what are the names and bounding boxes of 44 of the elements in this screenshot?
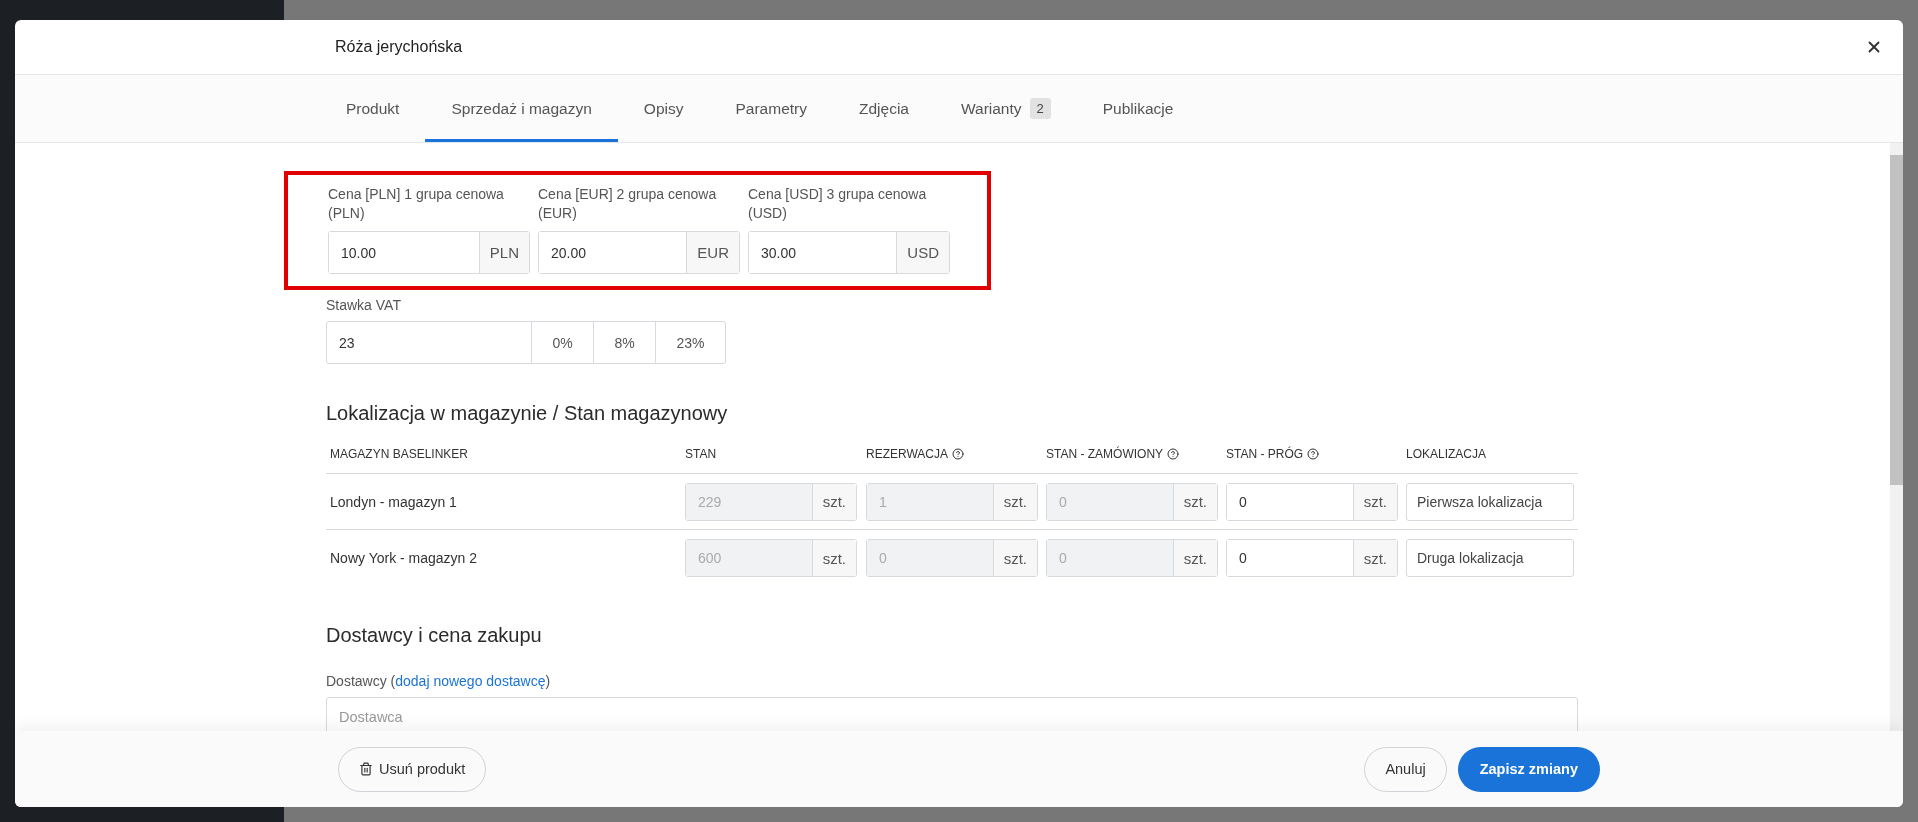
vat-field[interactable]: 23 — [326, 321, 532, 364]
tab[interactable]: Sprzedaż i magazyn — [425, 75, 618, 142]
help-icon[interactable] — [952, 448, 964, 460]
vat-option-button[interactable]: 0% — [532, 321, 594, 364]
section-heading: Dostawcy i cena zakupu — [326, 624, 543, 647]
add-supplier-link[interactable]: dodaj nowego dostawcę — [395, 673, 546, 689]
field-label: Cena [PLN] 1 grupa cenowa (PLN) — [328, 185, 505, 223]
column-header: MAGAZYN BASELINKER — [330, 447, 469, 461]
warehouse-name: Nowy York - magazyn 2 — [330, 550, 478, 566]
save-button[interactable]: Zapisz zmiany — [1457, 746, 1600, 792]
section-heading: Lokalizacja w magazynie / Stan magazynowy — [326, 402, 729, 425]
field-label: Dostawcy (dodaj nowego dostawcę) — [326, 673, 552, 689]
location-field[interactable]: Pierwsza lokalizacja — [1406, 482, 1574, 521]
dialog-title: Róża jerychońska — [335, 38, 463, 56]
delete-button[interactable]: Usuń produkt — [338, 746, 487, 792]
tab[interactable]: Publikacje — [1076, 75, 1200, 142]
count-badge: 2 — [1029, 98, 1051, 119]
vat-option-button[interactable]: 8% — [594, 321, 656, 364]
tab[interactable]: Opisy — [617, 75, 710, 142]
tab[interactable]: Warianty 2 — [934, 75, 1077, 142]
tab[interactable]: Produkt — [320, 75, 426, 142]
cancel-button[interactable]: Anuluj — [1364, 746, 1447, 792]
column-header: STAN - PRÓG — [1226, 447, 1304, 461]
field-label: Stawka VAT — [326, 296, 402, 315]
field-label: Cena [EUR] 2 grupa cenowa (EUR) — [538, 185, 718, 223]
column-header: LOKALIZACJA — [1406, 447, 1487, 461]
warehouse-name: Londyn - magazyn 1 — [330, 493, 457, 510]
price-field[interactable]: 10.00 PLN — [328, 231, 530, 274]
quantity-field[interactable]: 0 szt. — [1226, 482, 1398, 521]
help-icon[interactable] — [1307, 448, 1320, 460]
quantity-field[interactable]: 0 szt. — [1226, 539, 1398, 577]
help-icon[interactable] — [1167, 448, 1180, 460]
tab[interactable]: Zdjęcia — [833, 75, 935, 142]
column-header: REZERWACJA — [866, 447, 948, 461]
column-header: STAN - ZAMÓWIONY — [1046, 447, 1164, 461]
price-field[interactable]: 20.00 EUR — [538, 231, 740, 274]
vat-option-button[interactable]: 23% — [656, 321, 726, 364]
column-header: STAN — [685, 447, 717, 461]
trash-icon — [359, 762, 373, 776]
price-field[interactable]: 30.00 USD — [748, 231, 950, 274]
location-field[interactable]: Druga lokalizacja — [1406, 539, 1574, 577]
scrollbar[interactable] — [1890, 143, 1903, 731]
tab[interactable]: Parametry — [709, 75, 833, 142]
field-label: Cena [USD] 3 grupa cenowa (USD) — [748, 185, 928, 223]
